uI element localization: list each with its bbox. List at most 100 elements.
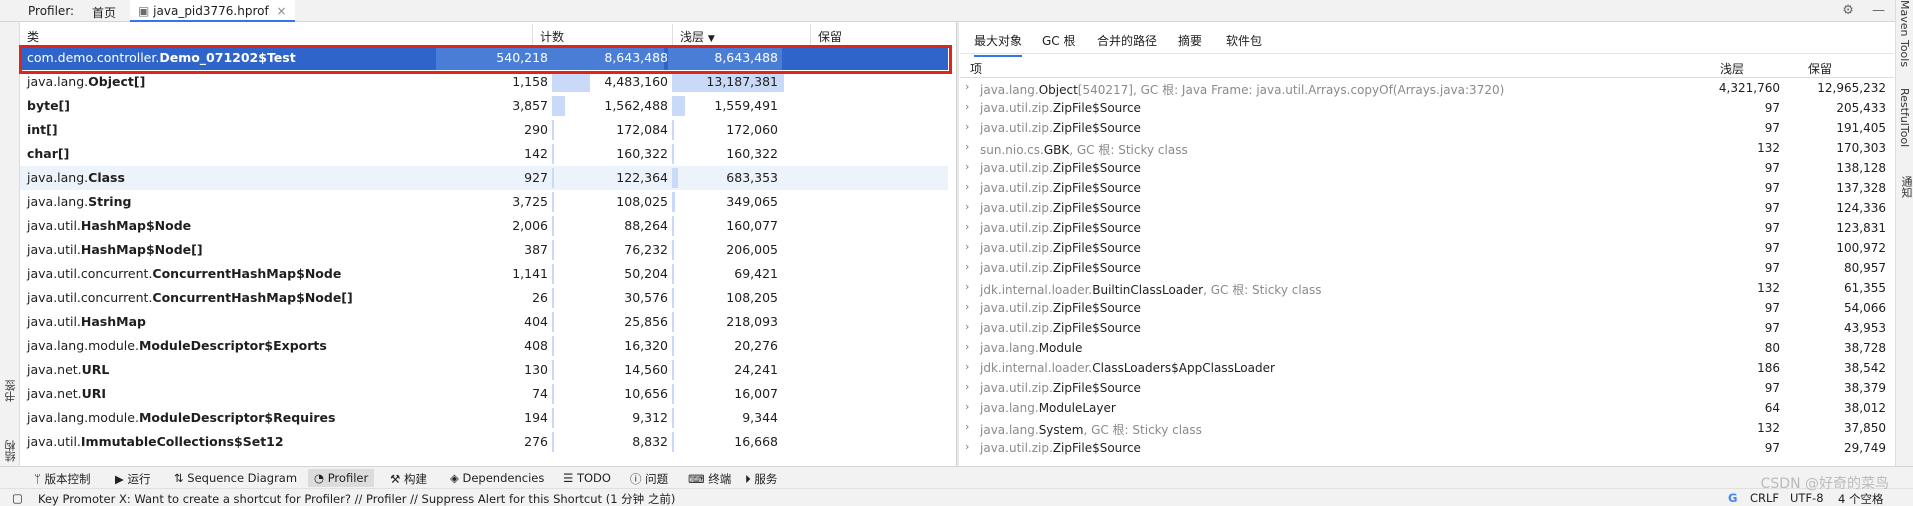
chevron-right-icon[interactable]: › [965, 180, 969, 193]
class-row[interactable]: java.util.HashMap$Node 2,006 88,264 160,077 [20, 214, 948, 238]
tab-merged-paths[interactable]: 合并的路径 [1097, 32, 1157, 49]
class-row[interactable]: java.lang.module.ModuleDescriptor$Requir… [20, 406, 948, 430]
class-row[interactable]: int[] 290 172,084 172,060 [20, 118, 948, 142]
tool-services[interactable]: ⏵ 服务 [745, 471, 777, 487]
object-row[interactable]: › java.util.zip.ZipFile$Source 97 123,831 [960, 218, 1894, 238]
class-row[interactable]: java.util.HashMap 404 25,856 218,093 [20, 310, 948, 334]
gear-icon[interactable]: ⚙ [1842, 3, 1854, 18]
chevron-right-icon[interactable]: › [965, 320, 969, 333]
tool-build[interactable]: ⚒ 构建 [390, 471, 427, 487]
chevron-right-icon[interactable]: › [965, 260, 969, 273]
tab-summary[interactable]: 摘要 [1178, 32, 1202, 49]
close-icon[interactable]: × [277, 4, 287, 18]
object-name: java.util.zip.ZipFile$Source [980, 381, 1141, 395]
tool-todo[interactable]: ☰ TODO [563, 471, 611, 485]
chevron-right-icon[interactable]: › [965, 360, 969, 373]
shallow-value: 25,856 [624, 314, 668, 329]
file-encoding[interactable]: UTF-8 [1790, 491, 1824, 505]
object-row[interactable]: › java.util.zip.ZipFile$Source 97 137,328 [960, 178, 1894, 198]
object-row[interactable]: › java.lang.ModuleLayer 64 38,012 [960, 398, 1894, 418]
tool-problems[interactable]: ⓘ 问题 [630, 471, 668, 487]
chevron-right-icon[interactable]: › [965, 240, 969, 253]
object-shallow: 132 [1757, 141, 1780, 155]
class-row[interactable]: byte[] 3,857 1,562,488 1,559,491 [20, 94, 948, 118]
chevron-right-icon[interactable]: › [965, 300, 969, 313]
object-retained: 137,328 [1836, 181, 1886, 195]
retained-bar [672, 240, 674, 260]
col-item[interactable]: 项 [970, 60, 982, 77]
chevron-right-icon[interactable]: › [965, 380, 969, 393]
class-row[interactable]: java.lang.String 3,725 108,025 349,065 [20, 190, 948, 214]
tab-packages[interactable]: 软件包 [1226, 32, 1262, 49]
chevron-right-icon[interactable]: › [965, 220, 969, 233]
class-row[interactable]: char[] 142 160,322 160,322 [20, 142, 948, 166]
tab-gc-roots[interactable]: GC 根 [1042, 32, 1076, 49]
col-retained-detail[interactable]: 保留 [1808, 60, 1832, 77]
object-row[interactable]: › java.util.zip.ZipFile$Source 97 205,433 [960, 98, 1894, 118]
tab-biggest-objects[interactable]: 最大对象 [974, 32, 1023, 57]
object-row[interactable]: › java.util.zip.ZipFile$Source 97 191,405 [960, 118, 1894, 138]
tab-home[interactable]: 首页 [92, 4, 116, 21]
line-separator[interactable]: CRLF [1750, 491, 1779, 505]
maven-tools-tab[interactable]: Maven Tools [1898, 0, 1911, 67]
chevron-right-icon[interactable]: › [965, 420, 969, 433]
chevron-right-icon[interactable]: › [965, 440, 969, 453]
class-row[interactable]: java.lang.Class 927 122,364 683,353 [20, 166, 948, 190]
chevron-right-icon[interactable]: › [965, 160, 969, 173]
object-row[interactable]: › java.util.zip.ZipFile$Source 97 124,336 [960, 198, 1894, 218]
chevron-right-icon[interactable]: › [965, 400, 969, 413]
class-row[interactable]: java.net.URI 74 10,656 16,007 [20, 382, 948, 406]
tool-dependencies[interactable]: ◈ Dependencies [450, 471, 544, 485]
class-row[interactable]: java.net.URL 130 14,560 24,241 [20, 358, 948, 382]
tool-terminal[interactable]: ⌨ 终端 [688, 471, 731, 487]
tab-hprof-file[interactable]: ▣ java_pid3776.hprof × [130, 0, 295, 22]
structure-tab[interactable]: 结构 [3, 440, 19, 462]
col-retained[interactable]: 保留 [818, 28, 842, 45]
bookmarks-tab[interactable]: 书签 [3, 380, 19, 402]
chevron-right-icon[interactable]: › [965, 80, 969, 93]
chevron-right-icon[interactable]: › [965, 100, 969, 113]
tool-profiler[interactable]: ◔ Profiler [308, 469, 375, 487]
chevron-right-icon[interactable]: › [965, 140, 969, 153]
class-row[interactable]: java.util.ImmutableCollections$Set12 276 8… [20, 430, 948, 454]
class-row[interactable]: java.lang.module.ModuleDescriptor$Export… [20, 334, 948, 358]
tool-run[interactable]: ▶ 运行 [115, 471, 151, 487]
tool-sequence-diagram[interactable]: ⇅ Sequence Diagram [174, 471, 297, 485]
chevron-right-icon[interactable]: › [965, 280, 969, 293]
col-class[interactable]: 类 [27, 28, 39, 45]
object-row[interactable]: › java.util.zip.ZipFile$Source 97 138,128 [960, 158, 1894, 178]
object-row[interactable]: › java.lang.Object[540217], GC 根: Java Fr… [960, 78, 1894, 98]
chevron-right-icon[interactable]: › [965, 200, 969, 213]
class-row[interactable]: java.util.concurrent.ConcurrentHashMap$N… [20, 286, 948, 310]
status-message[interactable]: Key Promoter X: Want to create a shortcu… [38, 491, 675, 506]
indent-setting[interactable]: 4 个空格 [1838, 491, 1883, 506]
object-row[interactable]: › java.util.zip.ZipFile$Source 97 80,957 [960, 258, 1894, 278]
col-shallow-detail[interactable]: 浅层 [1720, 60, 1744, 77]
tool-vcs[interactable]: ᛘ 版本控制 [34, 471, 91, 487]
object-row[interactable]: › jdk.internal.loader.BuiltinClassLoader,… [960, 278, 1894, 298]
shallow-bar [552, 408, 554, 428]
col-count[interactable]: 计数 [540, 28, 564, 45]
object-row[interactable]: › java.lang.System, GC 根: Sticky class 132… [960, 418, 1894, 438]
object-row[interactable]: › java.util.zip.ZipFile$Source 97 29,749 [960, 438, 1894, 458]
object-class: Object [1038, 83, 1078, 97]
count-value: 1,141 [512, 266, 548, 281]
object-package: java.lang. [980, 401, 1039, 415]
chevron-right-icon[interactable]: › [965, 120, 969, 133]
object-row[interactable]: › java.lang.Module 80 38,728 [960, 338, 1894, 358]
object-row[interactable]: › java.util.zip.ZipFile$Source 97 100,972 [960, 238, 1894, 258]
notifications-tab[interactable]: 通知 [1898, 176, 1913, 198]
chevron-right-icon[interactable]: › [965, 340, 969, 353]
object-row[interactable]: › java.util.zip.ZipFile$Source 97 54,066 [960, 298, 1894, 318]
object-row[interactable]: › sun.nio.cs.GBK, GC 根: Sticky class 132 17… [960, 138, 1894, 158]
splitter[interactable] [956, 22, 959, 472]
object-row[interactable]: › jdk.internal.loader.ClassLoaders$AppCla… [960, 358, 1894, 378]
restfultool-tab[interactable]: RestfulTool [1898, 88, 1911, 147]
class-row[interactable]: java.util.HashMap$Node[] 387 76,232 206,005 [20, 238, 948, 262]
layout-icon[interactable]: ▢ [12, 491, 23, 505]
col-shallow[interactable]: 浅层 ▼ [680, 28, 715, 45]
class-row[interactable]: java.util.concurrent.ConcurrentHashMap$N… [20, 262, 948, 286]
object-row[interactable]: › java.util.zip.ZipFile$Source 97 38,379 [960, 378, 1894, 398]
minimize-icon[interactable]: — [1872, 3, 1885, 18]
object-row[interactable]: › java.util.zip.ZipFile$Source 97 43,953 [960, 318, 1894, 338]
